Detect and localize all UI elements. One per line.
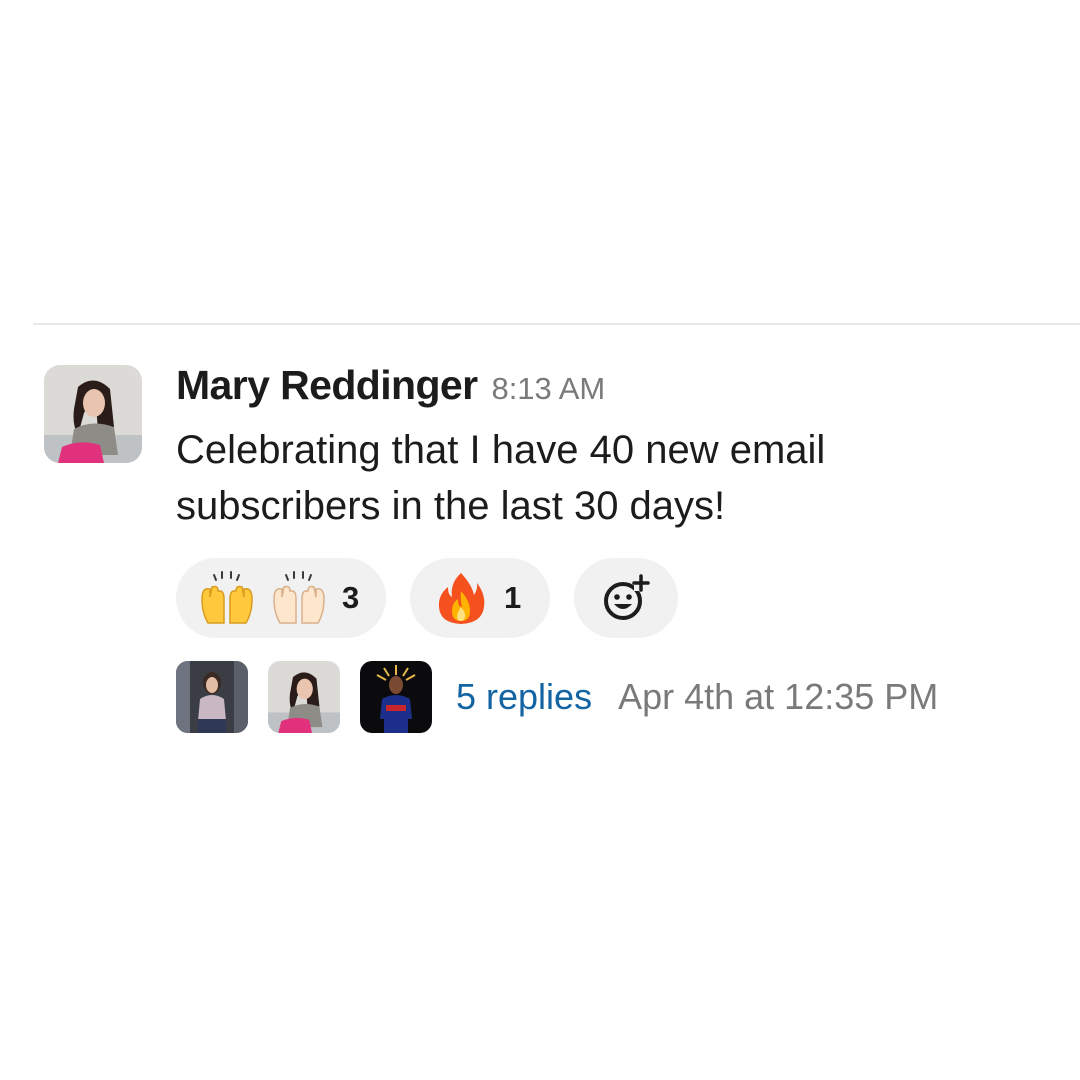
participant-photo xyxy=(360,661,432,733)
reaction-count: 3 xyxy=(342,580,360,615)
author-name[interactable]: Mary Reddinger xyxy=(176,362,478,409)
participant-avatar xyxy=(268,661,340,733)
message-text: Celebrating that I have 40 new email sub… xyxy=(176,428,826,528)
participant-photo xyxy=(268,661,340,733)
message-timestamp[interactable]: 8:13 AM xyxy=(491,371,605,407)
reaction-fire[interactable]: 1 xyxy=(410,558,550,638)
fire-icon xyxy=(438,573,485,624)
reaction-bar: 3 1 xyxy=(176,558,678,638)
participant-avatar xyxy=(360,661,432,733)
participant-photo xyxy=(176,661,248,733)
reaction-raising-hands[interactable]: 3 xyxy=(176,558,386,638)
reaction-count: 1 xyxy=(504,580,522,615)
last-reply-timestamp: Apr 4th at 12:35 PM xyxy=(618,676,939,717)
slack-message-view: Mary Reddinger 8:13 AM Celebrating that … xyxy=(0,0,1080,1080)
add-reaction-icon xyxy=(604,574,650,620)
thread-summary[interactable]: 5 replies Apr 4th at 12:35 PM xyxy=(176,661,938,733)
raising-hands-icon xyxy=(201,571,253,624)
add-reaction-button[interactable] xyxy=(574,558,678,638)
replies-link[interactable]: 5 replies xyxy=(456,676,592,718)
participant-avatar xyxy=(176,661,248,733)
divider xyxy=(33,323,1080,325)
message-header: Mary Reddinger 8:13 AM xyxy=(176,362,1056,418)
message-content: Mary Reddinger 8:13 AM Celebrating that … xyxy=(176,362,1056,534)
raising-hands-light-icon xyxy=(273,571,325,624)
avatar-photo xyxy=(44,365,142,463)
author-avatar[interactable] xyxy=(44,365,142,463)
